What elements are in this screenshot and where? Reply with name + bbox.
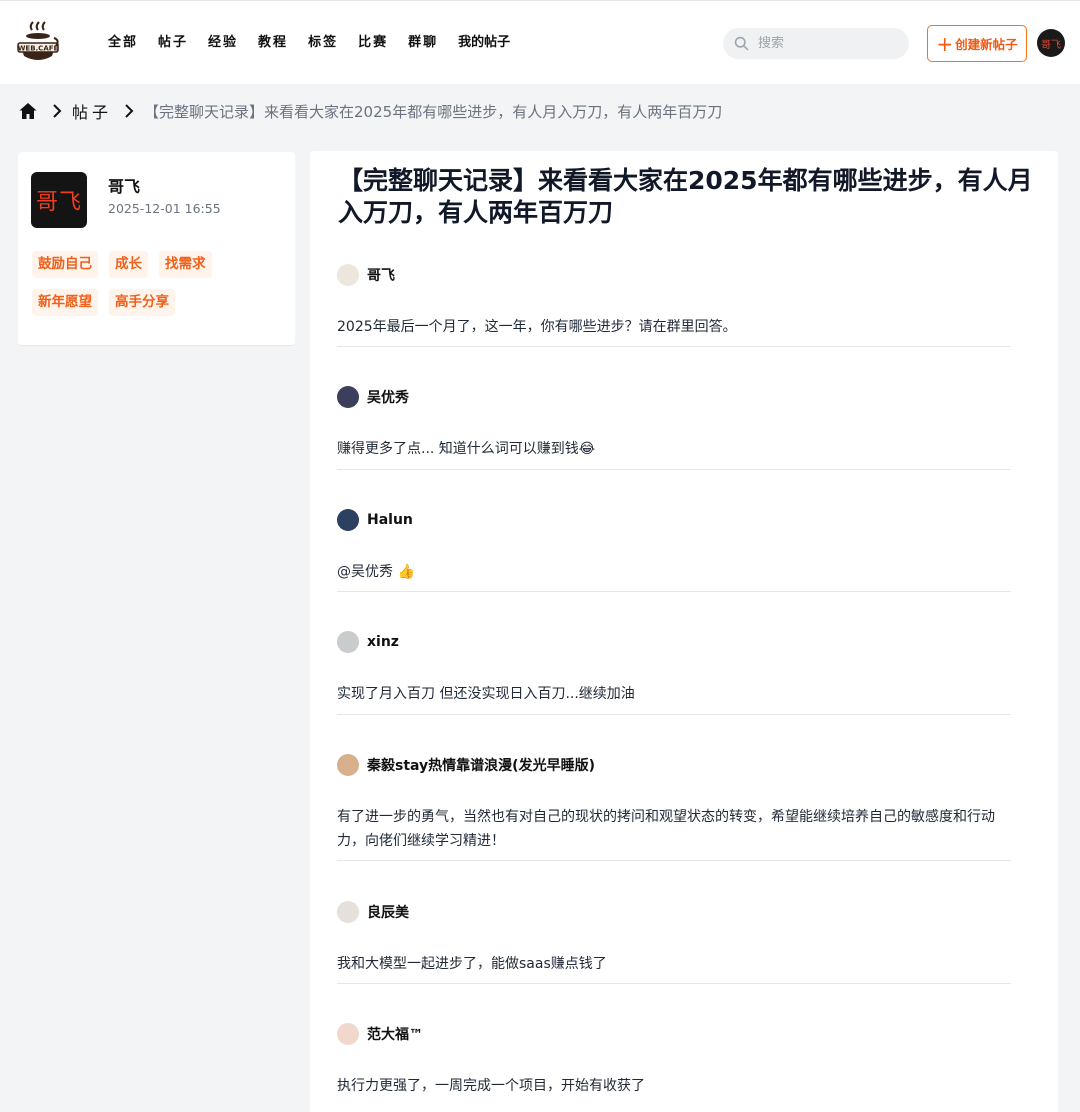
nav-posts[interactable]: 帖子 [158, 34, 188, 52]
home-icon[interactable] [18, 101, 38, 121]
chat-message: 吴优秀 赚得更多了点... 知道什么词可以赚到钱😂 [337, 386, 1011, 470]
post-date: 2025-12-01 16:55 [108, 201, 221, 216]
nav-competitions[interactable]: 比赛 [358, 34, 388, 52]
message-author[interactable]: 哥飞 [367, 265, 395, 285]
message-text: @吴优秀 👍 [337, 564, 415, 580]
search-icon [734, 36, 749, 51]
message-author[interactable]: Halun [367, 512, 413, 528]
chevron-right-icon [53, 104, 62, 118]
breadcrumb-current: 【完整聊天记录】来看看大家在2025年都有哪些进步，有人月入万刀，有人两年百万刀 [144, 102, 723, 121]
post-content: 【完整聊天记录】来看看大家在2025年都有哪些进步，有人月入万刀，有人两年百万刀… [310, 151, 1058, 1112]
message-text: 我和大模型一起进步了，能做saas赚点钱了 [337, 956, 607, 972]
message-avatar[interactable] [337, 386, 359, 408]
message-avatar[interactable] [337, 1023, 359, 1045]
create-post-button[interactable]: + 创建新帖子 [927, 25, 1027, 62]
user-avatar[interactable]: 哥飞 [1037, 29, 1065, 57]
message-avatar[interactable] [337, 631, 359, 653]
search-input[interactable] [758, 36, 898, 51]
tag-item[interactable]: 找需求 [159, 251, 212, 278]
message-avatar[interactable] [337, 264, 359, 286]
message-avatar[interactable] [337, 901, 359, 923]
top-navbar: WEB.CAFE 全部 帖子 经验 教程 标签 比赛 群聊 我的帖子 + 创建新… [0, 0, 1080, 84]
tag-list: 鼓励自己 成长 找需求 新年愿望 高手分享 [32, 251, 282, 327]
nav-tags[interactable]: 标签 [308, 34, 338, 52]
message-text: 执行力更强了，一周完成一个项目，开始有收获了 [337, 1078, 645, 1094]
message-author[interactable]: 范大福™ [367, 1024, 423, 1044]
chat-message: 哥飞 2025年最后一个月了，这一年，你有哪些进步？请在群里回答。 [337, 264, 1011, 347]
tag-item[interactable]: 高手分享 [109, 289, 175, 316]
chat-message: Halun @吴优秀 👍 [337, 509, 1011, 592]
nav-my-posts[interactable]: 我的帖子 [458, 34, 510, 52]
message-author[interactable]: 秦毅stay热情靠谱浪漫(发光早睡版) [367, 755, 595, 775]
author-avatar[interactable]: 哥飞 [31, 172, 87, 228]
message-author[interactable]: xinz [367, 634, 399, 650]
plus-icon: + [936, 31, 954, 56]
nav-experience[interactable]: 经验 [208, 34, 238, 52]
chat-message: 范大福™ 执行力更强了，一周完成一个项目，开始有收获了 [337, 1023, 1011, 1107]
chat-message: 秦毅stay热情靠谱浪漫(发光早睡版) 有了进一步的勇气，当然也有对自己的现状的… [337, 754, 1011, 861]
author-name[interactable]: 哥飞 [108, 173, 140, 197]
breadcrumb-posts-link[interactable]: 帖子 [72, 99, 112, 123]
message-avatar[interactable] [337, 509, 359, 531]
nav-all[interactable]: 全部 [108, 34, 138, 52]
message-author[interactable]: 良辰美 [367, 902, 409, 922]
nav-tutorials[interactable]: 教程 [258, 34, 288, 52]
chat-message: 良辰美 我和大模型一起进步了，能做saas赚点钱了 [337, 901, 1011, 984]
message-text: 赚得更多了点... 知道什么词可以赚到钱😂 [337, 441, 596, 457]
tag-item[interactable]: 新年愿望 [32, 289, 98, 316]
chat-message: xinz 实现了月入百刀 但还没实现日入百刀...继续加油 [337, 631, 1011, 715]
breadcrumb: 帖子 【完整聊天记录】来看看大家在2025年都有哪些进步，有人月入万刀，有人两年… [18, 100, 722, 122]
create-post-label: 创建新帖子 [955, 37, 1018, 52]
search-box[interactable] [723, 28, 909, 59]
nav-group-chat[interactable]: 群聊 [408, 34, 438, 52]
web-cafe-logo[interactable]: WEB.CAFE [16, 20, 60, 64]
tag-item[interactable]: 成长 [109, 251, 148, 278]
tag-item[interactable]: 鼓励自己 [32, 251, 98, 278]
post-title: 【完整聊天记录】来看看大家在2025年都有哪些进步，有人月入万刀，有人两年百万刀 [338, 166, 1033, 227]
author-card: 哥飞 哥飞 2025-12-01 16:55 鼓励自己 成长 找需求 新年愿望 … [18, 152, 295, 346]
main-nav: 全部 帖子 经验 教程 标签 比赛 群聊 我的帖子 [108, 34, 530, 52]
chevron-right-icon [125, 104, 134, 118]
message-avatar[interactable] [337, 754, 359, 776]
svg-text:WEB.CAFE: WEB.CAFE [18, 45, 59, 53]
message-text: 实现了月入百刀 但还没实现日入百刀...继续加油 [337, 686, 635, 702]
message-author[interactable]: 吴优秀 [367, 387, 409, 407]
message-text: 2025年最后一个月了，这一年，你有哪些进步？请在群里回答。 [337, 319, 737, 335]
message-text: 有了进一步的勇气，当然也有对自己的现状的拷问和观望状态的转变，希望能继续培养自己… [337, 809, 995, 849]
